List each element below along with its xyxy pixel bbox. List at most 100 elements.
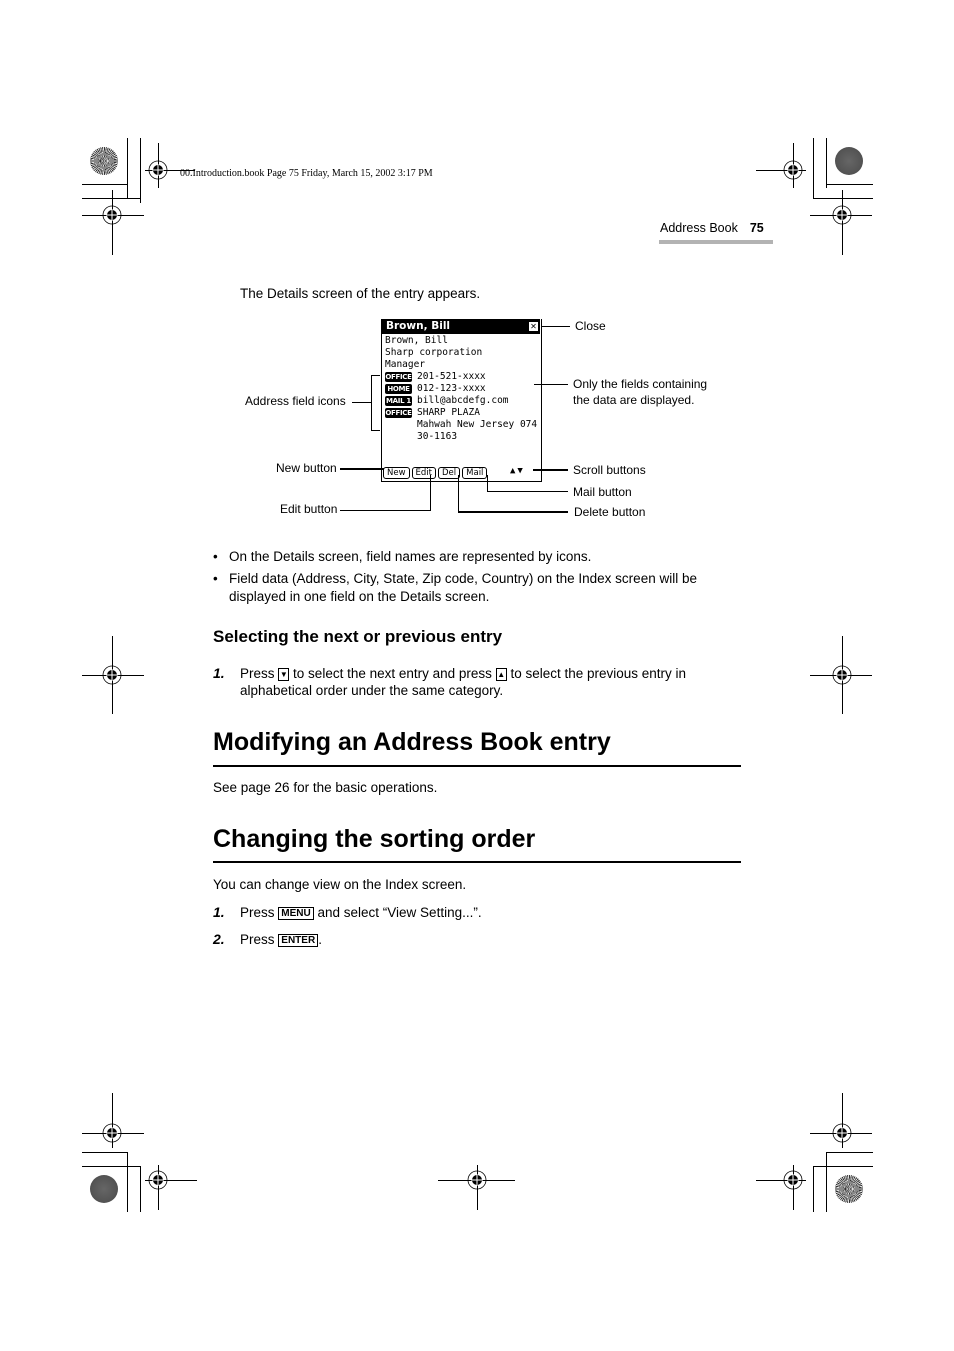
mail-button[interactable]: Mail	[462, 467, 488, 479]
field-line: OFFICE 201-521-xxxx	[385, 371, 537, 383]
step-text-part: .	[318, 932, 322, 947]
callout-fields-line: Only the fields containing	[573, 377, 708, 391]
step-text-part: Press	[240, 932, 275, 947]
leader-bracket	[371, 375, 372, 430]
section-heading: Changing the sorting order	[213, 825, 536, 853]
crop-line	[127, 138, 128, 198]
screen-title-bar: Brown, Bill ✕	[381, 319, 540, 334]
leader-line	[534, 384, 568, 385]
registration-mark-icon	[102, 205, 122, 225]
step-text-part: Press	[240, 666, 275, 681]
crop-line	[82, 1152, 128, 1153]
leader-bracket	[371, 375, 380, 376]
callout-delete-button: Delete button	[574, 505, 646, 519]
registration-mark-icon	[467, 1170, 487, 1190]
callout-scroll-buttons: Scroll buttons	[573, 463, 646, 477]
step-text-part: and select “View Setting...”.	[317, 905, 482, 920]
heading-rule	[213, 765, 741, 767]
step-item: 2. Press ENTER.	[213, 931, 743, 948]
color-dot-mark	[835, 147, 863, 175]
leader-line	[458, 475, 459, 512]
crop-line	[813, 1166, 873, 1167]
registration-mark-icon	[148, 160, 168, 180]
registration-mark-icon	[832, 665, 852, 685]
leader-line	[458, 511, 568, 513]
crop-line	[826, 1152, 873, 1153]
step-text: Press MENU and select “View Setting...”.	[213, 904, 743, 921]
step-text-part: to select the next entry and press	[293, 666, 492, 681]
leader-line	[352, 402, 371, 403]
step-number: 1.	[213, 665, 225, 681]
field-line: MAIL 1 bill@abcdefg.com	[385, 395, 537, 407]
leader-line	[340, 510, 430, 511]
new-button[interactable]: New	[383, 467, 410, 479]
crop-line	[826, 138, 827, 188]
crop-line	[140, 138, 141, 203]
leader-line	[430, 475, 431, 511]
section-text: You can change view on the Index screen.	[213, 877, 467, 892]
up-key-icon: ▲	[495, 668, 507, 681]
details-screen: Brown, Bill ✕ Brown, Bill Sharp corporat…	[381, 319, 542, 482]
step-text: Press ▼ to select the next entry and pre…	[213, 665, 743, 699]
office-phone-icon: OFFICE	[385, 371, 412, 382]
callout-fields: Only the fields containing the data are …	[573, 376, 707, 408]
field-value: 201-521-xxxx	[417, 371, 486, 382]
notes-list: On the Details screen, field names are r…	[213, 548, 743, 610]
close-icon[interactable]: ✕	[529, 322, 538, 331]
field-line: 30-1163	[385, 431, 537, 443]
field-value: Manager	[385, 359, 426, 370]
color-star-mark	[835, 1175, 863, 1203]
screen-toolbar: New Edit Del Mail	[383, 467, 488, 479]
leader-line	[541, 326, 570, 327]
step-text: Press ENTER.	[213, 931, 743, 948]
crop-line	[826, 1152, 827, 1212]
note-item: On the Details screen, field names are r…	[213, 548, 743, 566]
registration-mark-icon	[832, 205, 852, 225]
running-head-rule	[659, 240, 773, 244]
callout-address-icons: Address field icons	[245, 394, 346, 408]
callout-mail-button: Mail button	[573, 485, 632, 499]
field-value: Mahwah New Jersey 074	[417, 419, 538, 430]
field-value: Brown, Bill	[385, 335, 448, 346]
enter-key-icon: ENTER	[278, 934, 319, 947]
crop-line	[813, 138, 814, 198]
heading-rule	[213, 861, 741, 863]
step-number: 1.	[213, 904, 225, 920]
color-dot-mark	[90, 1175, 118, 1203]
scroll-buttons-icon[interactable]: ▲▼	[510, 465, 525, 477]
delete-button[interactable]: Del	[438, 467, 461, 479]
color-star-mark	[90, 147, 118, 175]
registration-mark-icon	[102, 1123, 122, 1143]
crop-line	[82, 1166, 141, 1167]
crop-line	[813, 1166, 814, 1212]
registration-mark-icon	[148, 1170, 168, 1190]
crop-line	[140, 1166, 141, 1212]
callout-new-button: New button	[276, 461, 337, 475]
leader-line	[340, 468, 384, 470]
field-line: Mahwah New Jersey 074	[385, 419, 537, 431]
leader-line	[487, 491, 568, 492]
callout-edit-button: Edit button	[280, 502, 338, 516]
screen-title: Brown, Bill	[386, 320, 451, 332]
section-name: Address Book	[660, 221, 738, 235]
menu-key-icon: MENU	[278, 907, 314, 920]
note-item: Field data (Address, City, State, Zip co…	[213, 570, 743, 606]
leader-line	[487, 475, 488, 492]
step-text-part: Press	[240, 905, 275, 920]
home-phone-icon: HOME	[385, 383, 412, 394]
field-line: Sharp corporation	[385, 347, 537, 359]
section-heading: Modifying an Address Book entry	[213, 728, 611, 756]
subsection-heading: Selecting the next or previous entry	[213, 627, 503, 646]
crop-line	[82, 184, 128, 185]
field-line: OFFICE SHARP PLAZA	[385, 407, 537, 419]
field-value: Sharp corporation	[385, 347, 483, 358]
edit-button[interactable]: Edit	[411, 467, 437, 479]
callout-fields-line: the data are displayed.	[573, 393, 695, 407]
running-head: Address Book 75	[660, 221, 764, 235]
step-number: 2.	[213, 931, 225, 947]
leader-line	[533, 469, 568, 471]
leader-bracket	[371, 430, 380, 431]
field-line: Manager	[385, 359, 537, 371]
page-number: 75	[749, 221, 764, 235]
field-value: SHARP PLAZA	[417, 407, 480, 418]
